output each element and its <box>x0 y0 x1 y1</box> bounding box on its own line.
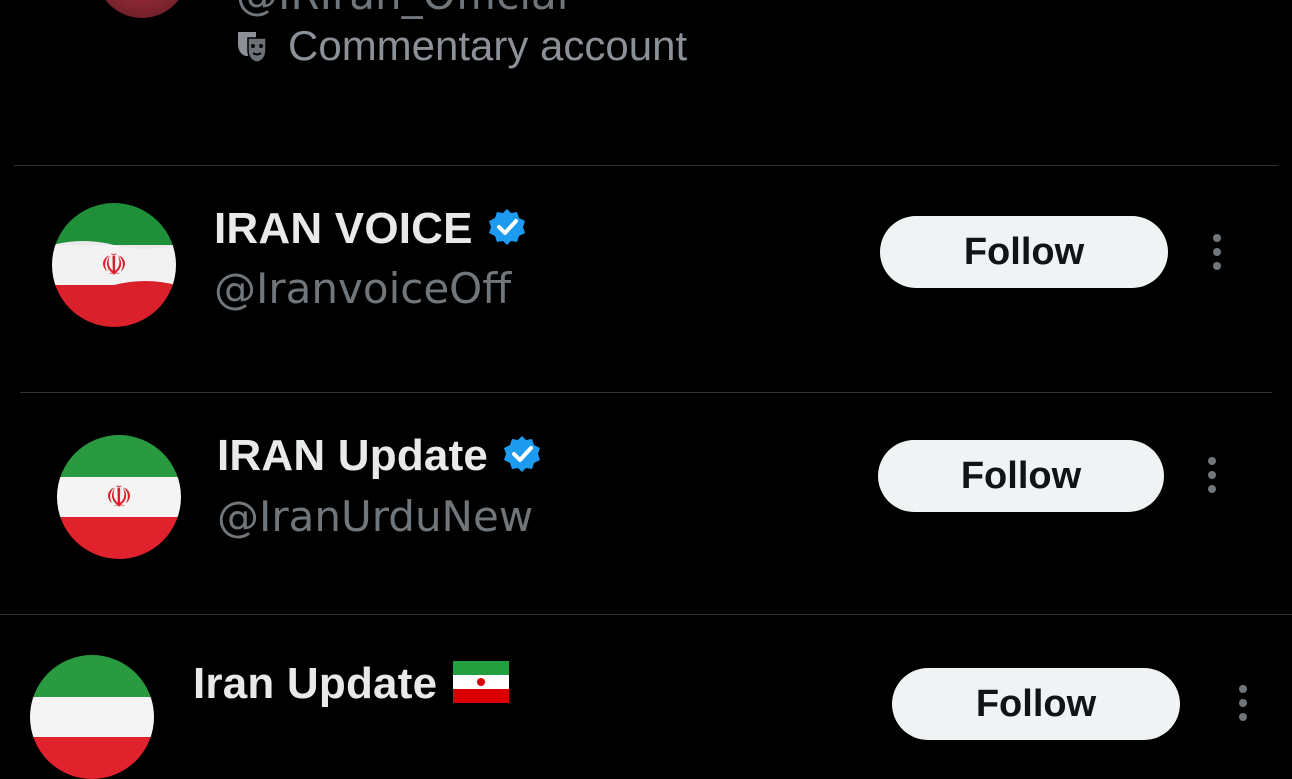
follow-button[interactable]: Follow <box>892 668 1180 740</box>
verified-badge-icon <box>487 207 527 252</box>
display-name[interactable]: IRAN VOICE <box>214 204 473 254</box>
follow-button[interactable]: Follow <box>878 440 1164 512</box>
account-handle: @IRIran_Official <box>236 0 568 19</box>
verified-badge-icon <box>502 434 542 479</box>
display-name[interactable]: IRAN Update <box>217 431 488 481</box>
account-handle[interactable]: @IranvoiceOff <box>214 264 511 313</box>
account-row-top[interactable]: @IRIran_Official Commentary account <box>0 0 1292 165</box>
svg-text:☫: ☫ <box>101 248 128 283</box>
more-options-icon[interactable] <box>1236 685 1250 721</box>
avatar[interactable] <box>96 0 188 18</box>
theater-masks-icon <box>234 28 270 64</box>
avatar-iran-flag-icon[interactable]: ☫ <box>52 203 176 327</box>
svg-text:☫: ☫ <box>106 480 133 515</box>
avatar-iran-flag-icon[interactable]: ☫ <box>57 435 181 559</box>
more-options-icon[interactable] <box>1205 457 1219 493</box>
avatar-iran-flag-icon[interactable] <box>30 655 154 779</box>
follow-button[interactable]: Follow <box>880 216 1168 288</box>
iran-flag-emoji-icon <box>453 660 510 708</box>
commentary-label: Commentary account <box>234 22 687 70</box>
display-name[interactable]: Iran Update <box>193 659 437 709</box>
account-handle[interactable]: @IranUrduNew <box>217 492 533 541</box>
account-row[interactable]: ☫ IRAN Update @IranUrduNew Follow <box>0 393 1292 615</box>
account-row[interactable]: ☫ IRAN VOICE @IranvoiceOff Follow <box>0 166 1292 392</box>
account-row[interactable]: Iran Update Follow <box>0 615 1292 779</box>
more-options-icon[interactable] <box>1210 234 1224 270</box>
commentary-label-text: Commentary account <box>288 22 688 69</box>
